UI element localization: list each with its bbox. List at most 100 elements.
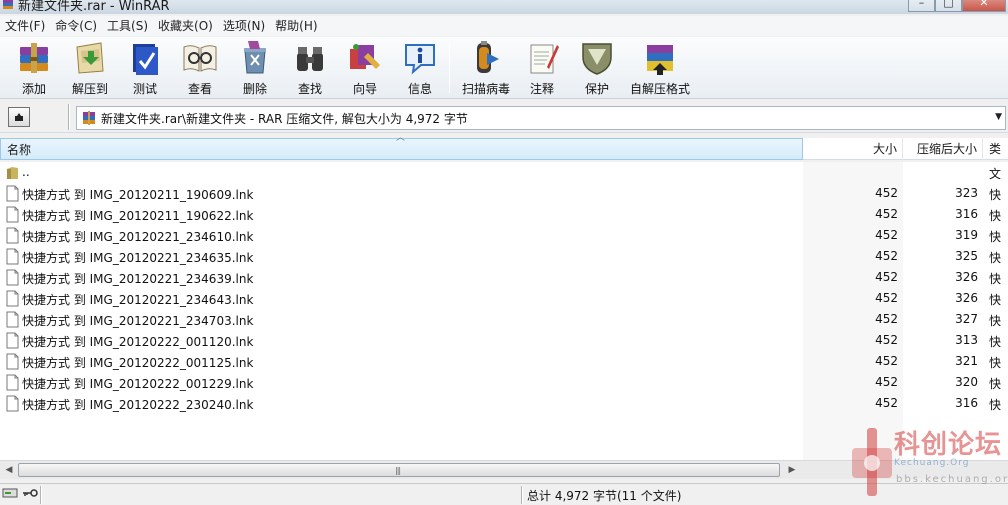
file-size: 452 [875, 312, 898, 326]
file-type: 快 [989, 398, 1002, 412]
tool-find-button[interactable]: 查找 [282, 39, 338, 97]
tool-label: 保护 [584, 82, 609, 96]
wizard-icon [350, 44, 380, 69]
tool-sfx-button[interactable]: 自解压格式 [628, 39, 692, 97]
tool-label: 删除 [242, 82, 267, 96]
tool-label: 添加 [21, 82, 46, 96]
file-size: 452 [875, 186, 898, 200]
tool-label: 查找 [297, 82, 322, 96]
menu-tools[interactable]: 工具(S) [102, 16, 153, 36]
key-icon[interactable] [22, 487, 38, 499]
status-total-text: 总计 4,972 字节(11 个文件) [527, 489, 682, 503]
address-path-text: 新建文件夹.rar\新建文件夹 - RAR 压缩文件, 解包大小为 4,972 … [101, 111, 468, 126]
tool-virus-scan-button[interactable]: 扫描病毒 [456, 39, 516, 97]
scroll-right-icon[interactable]: ▶ [784, 464, 800, 477]
sfx-icon [647, 45, 673, 75]
minimize-button[interactable]: – [908, 0, 935, 12]
file-type: 快 [989, 230, 1002, 244]
file-row[interactable]: 快捷方式 到 IMG_20120221_234639.lnk 452 326 快 [0, 267, 1008, 288]
file-size: 452 [875, 291, 898, 305]
tool-label: 注释 [529, 82, 554, 96]
file-icon [6, 311, 19, 328]
tool-label: 信息 [407, 82, 432, 96]
parent-folder-row[interactable]: .. 文 [0, 162, 1008, 183]
file-icon [6, 248, 19, 265]
file-packed-size: 323 [955, 186, 978, 200]
file-type: 快 [989, 209, 1002, 223]
up-arrow-icon [15, 113, 23, 121]
tool-wizard-button[interactable]: 向导 [337, 39, 393, 97]
file-type: 快 [989, 335, 1002, 349]
scrollbar-thumb[interactable]: ||| [18, 463, 780, 477]
close-button[interactable]: ✕ [962, 0, 1006, 12]
file-packed-size: 326 [955, 291, 978, 305]
tool-extract-to-button[interactable]: 解压到 [62, 39, 118, 97]
extract-to-icon [76, 42, 104, 74]
column-header-size[interactable]: 大小 [803, 138, 903, 160]
window-controls: – □ ✕ [908, 0, 1006, 12]
menu-file[interactable]: 文件(F) [0, 16, 50, 36]
scroll-left-icon[interactable]: ◀ [1, 464, 17, 477]
file-row[interactable]: 快捷方式 到 IMG_20120211_190609.lnk 452 323 快 [0, 183, 1008, 204]
winrar-app-icon [3, 0, 13, 9]
delete-icon [244, 41, 266, 74]
file-packed-size: 327 [955, 312, 978, 326]
file-packed-size: 316 [955, 207, 978, 221]
file-icon [6, 185, 19, 202]
file-name: 快捷方式 到 IMG_20120211_190622.lnk [22, 209, 254, 223]
file-type: 快 [989, 251, 1002, 265]
file-packed-size: 326 [955, 270, 978, 284]
address-separator [68, 104, 70, 130]
file-row[interactable]: 快捷方式 到 IMG_20120222_001125.lnk 452 321 快 [0, 351, 1008, 372]
file-row[interactable]: 快捷方式 到 IMG_20120221_234643.lnk 452 326 快 [0, 288, 1008, 309]
file-type: 快 [989, 293, 1002, 307]
winrar-window: 新建文件夹.rar - WinRAR – □ ✕ 文件(F) 命令(C) 工具(… [0, 0, 1008, 505]
status-bar: 总计 4,972 字节(11 个文件) [0, 483, 1008, 505]
file-name: 快捷方式 到 IMG_20120221_234639.lnk [22, 272, 254, 286]
maximize-button[interactable]: □ [935, 0, 962, 12]
tool-comment-button[interactable]: 注释 [514, 39, 570, 97]
file-row[interactable]: 快捷方式 到 IMG_20120211_190622.lnk 452 316 快 [0, 204, 1008, 225]
file-size: 452 [875, 333, 898, 347]
file-packed-size: 321 [955, 354, 978, 368]
file-row[interactable]: 快捷方式 到 IMG_20120222_001120.lnk 452 313 快 [0, 330, 1008, 351]
tool-info-button[interactable]: 信息 [392, 39, 448, 97]
tool-protect-button[interactable]: 保护 [569, 39, 625, 97]
file-size: 452 [875, 375, 898, 389]
file-row[interactable]: 快捷方式 到 IMG_20120221_234610.lnk 452 319 快 [0, 225, 1008, 246]
file-name: 快捷方式 到 IMG_20120221_234610.lnk [22, 230, 254, 244]
menu-commands[interactable]: 命令(C) [50, 16, 102, 36]
file-type: 文 [989, 167, 1002, 181]
file-type: 快 [989, 272, 1002, 286]
address-path-box[interactable]: 新建文件夹.rar\新建文件夹 - RAR 压缩文件, 解包大小为 4,972 … [76, 106, 1006, 130]
rar-archive-icon [83, 111, 95, 125]
file-packed-size: 320 [955, 375, 978, 389]
up-one-level-button[interactable] [8, 107, 30, 127]
file-size: 452 [875, 207, 898, 221]
tool-label: 自解压格式 [629, 82, 690, 96]
tool-delete-button[interactable]: 删除 [227, 39, 283, 97]
chevron-down-icon[interactable]: ▼ [995, 112, 1002, 122]
file-size: 452 [875, 354, 898, 368]
file-row[interactable]: 快捷方式 到 IMG_20120222_001229.lnk 452 320 快 [0, 372, 1008, 393]
menu-bar: 文件(F) 命令(C) 工具(S) 收藏夹(O) 选项(N) 帮助(H) [0, 16, 1008, 36]
file-packed-size: 319 [955, 228, 978, 242]
title-bar[interactable]: 新建文件夹.rar - WinRAR – □ ✕ [0, 0, 1008, 14]
column-header-packed-size[interactable]: 压缩后大小 [903, 138, 983, 160]
menu-help[interactable]: 帮助(H) [270, 16, 322, 36]
menu-favorites[interactable]: 收藏夹(O) [153, 16, 218, 36]
file-row[interactable]: 快捷方式 到 IMG_20120221_234635.lnk 452 325 快 [0, 246, 1008, 267]
file-row[interactable]: 快捷方式 到 IMG_20120222_230240.lnk 452 316 快 [0, 393, 1008, 414]
horizontal-scrollbar[interactable]: ◀ ||| ▶ [0, 460, 1008, 479]
tool-test-button[interactable]: 测试 [117, 39, 173, 97]
drive-icon[interactable] [2, 487, 18, 499]
tool-add-button[interactable]: 添加 [6, 39, 62, 97]
status-separator [40, 486, 42, 504]
protect-icon [582, 43, 612, 75]
menu-options[interactable]: 选项(N) [218, 16, 270, 36]
column-header-type[interactable]: 类 [983, 138, 1008, 160]
tool-view-button[interactable]: 查看 [172, 39, 228, 97]
view-icon [183, 45, 217, 72]
tool-label: 解压到 [71, 82, 108, 96]
file-row[interactable]: 快捷方式 到 IMG_20120221_234703.lnk 452 327 快 [0, 309, 1008, 330]
